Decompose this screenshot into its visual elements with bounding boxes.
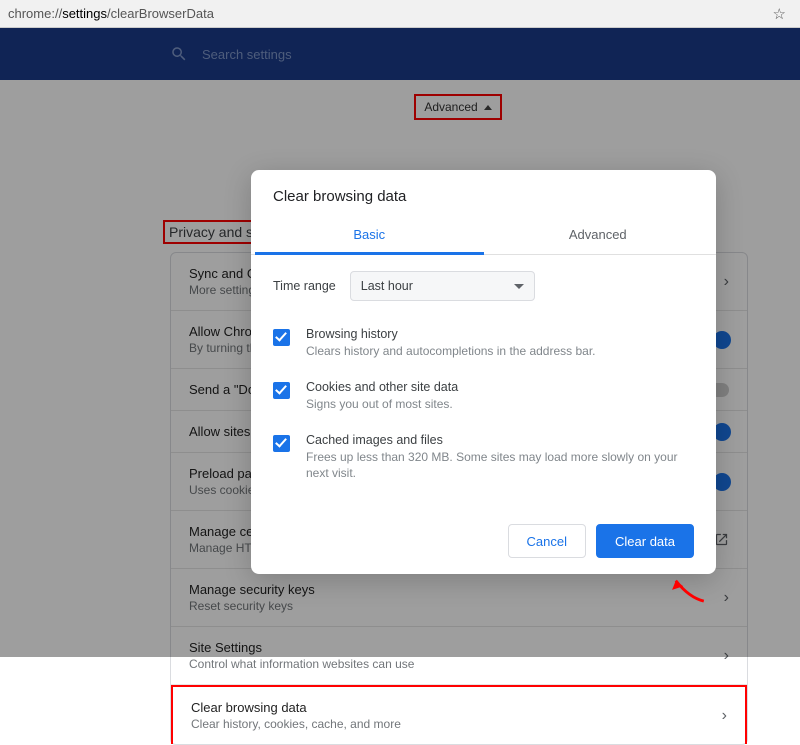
dialog-tabs: Basic Advanced — [251, 219, 716, 255]
dialog-title: Clear browsing data — [251, 188, 716, 219]
clear-option: Browsing history Clears history and autoc… — [273, 317, 694, 370]
row-title: Clear browsing data — [191, 700, 401, 715]
clear-option: Cached images and files Frees up less tha… — [273, 423, 694, 493]
option-title: Browsing history — [306, 327, 596, 341]
url-text: chrome://settings/clearBrowserData — [8, 6, 214, 21]
row-subtitle: Clear history, cookies, cache, and more — [191, 717, 401, 731]
row-subtitle: Control what information websites can us… — [189, 657, 414, 671]
chevron-down-icon — [514, 284, 524, 289]
bookmark-star-icon[interactable]: ☆ — [773, 5, 792, 23]
dialog-buttons: Cancel Clear data — [251, 524, 716, 558]
option-subtitle: Signs you out of most sites. — [306, 396, 458, 413]
option-subtitle: Frees up less than 320 MB. Some sites ma… — [306, 449, 694, 483]
clear-option: Cookies and other site data Signs you out… — [273, 370, 694, 423]
cancel-button[interactable]: Cancel — [508, 524, 586, 558]
address-bar[interactable]: chrome://settings/clearBrowserData ☆ — [0, 0, 800, 28]
tab-advanced[interactable]: Advanced — [484, 219, 713, 254]
annotation-arrow — [668, 575, 706, 603]
option-title: Cookies and other site data — [306, 380, 458, 394]
clear-data-button[interactable]: Clear data — [596, 524, 694, 558]
checkbox[interactable] — [273, 382, 290, 399]
tab-basic[interactable]: Basic — [255, 219, 484, 255]
time-range-row: Time range Last hour — [251, 255, 716, 313]
option-subtitle: Clears history and autocompletions in th… — [306, 343, 596, 360]
chevron-right-icon: › — [722, 707, 727, 725]
option-title: Cached images and files — [306, 433, 694, 447]
checkbox[interactable] — [273, 435, 290, 452]
time-range-label: Time range — [273, 279, 336, 293]
checkbox[interactable] — [273, 329, 290, 346]
clear-options: Browsing history Clears history and autoc… — [251, 313, 716, 524]
clear-browsing-data-dialog: Clear browsing data Basic Advanced Time … — [251, 170, 716, 574]
time-range-select[interactable]: Last hour — [350, 271, 535, 301]
settings-row[interactable]: Clear browsing data Clear history, cookie… — [171, 685, 747, 744]
